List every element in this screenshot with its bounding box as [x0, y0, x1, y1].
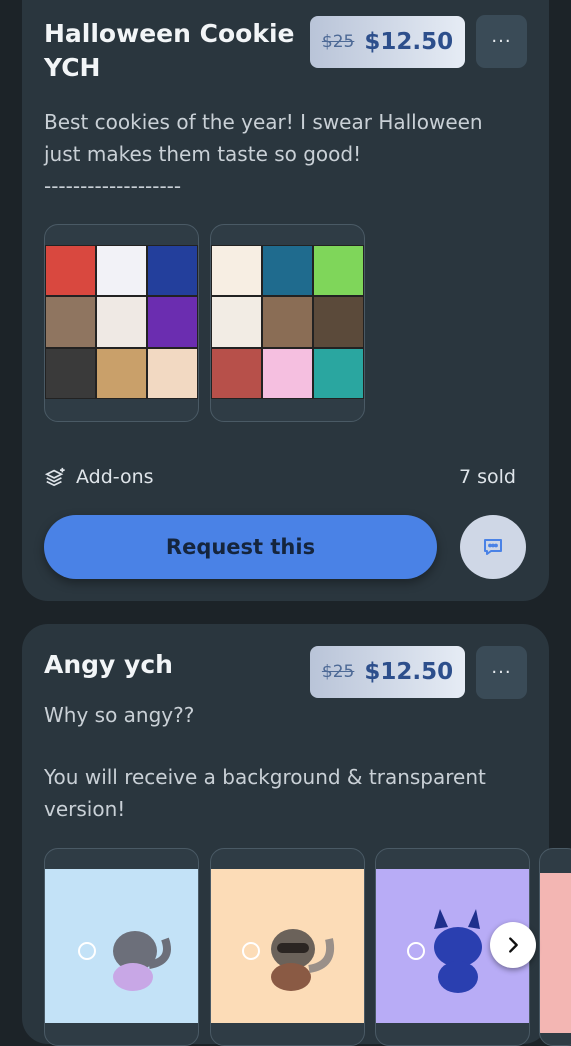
carousel-next-button[interactable]	[490, 922, 536, 968]
listing-card-halloween: Halloween Cookie YCH $25 $12.50 ··· Best…	[22, 0, 549, 601]
more-options-button[interactable]: ···	[476, 15, 527, 68]
price-tag: $25 $12.50	[310, 646, 465, 698]
ellipsis-icon: ···	[491, 662, 512, 683]
more-options-button[interactable]: ···	[476, 646, 527, 699]
listing-description: Why so angy?? You will receive a backgro…	[44, 699, 514, 825]
thumbnail-image	[540, 873, 571, 1033]
description-line: Best cookies of the year! I swear Hallow…	[44, 110, 483, 134]
listing-title: Angy ych	[44, 650, 173, 679]
description-line	[44, 731, 514, 761]
description-line: -------------------	[44, 174, 182, 198]
chat-bubble-icon	[484, 539, 502, 555]
original-price: $25	[321, 32, 355, 52]
example-image-thumbnail[interactable]	[539, 848, 571, 1046]
layers-plus-icon	[44, 467, 65, 487]
cookie-mosaic-image	[45, 245, 198, 399]
listing-description: Best cookies of the year! I swear Hallow…	[44, 106, 514, 202]
ellipsis-icon: ···	[491, 31, 512, 52]
description-line: You will receive a background & transpar…	[44, 765, 486, 789]
example-image-thumbnail[interactable]	[44, 224, 199, 422]
addons-link[interactable]: Add-ons	[44, 466, 154, 488]
description-line: version!	[44, 797, 126, 821]
chevron-right-icon	[509, 937, 518, 953]
sold-count: 7 sold	[459, 466, 516, 488]
example-image-thumbnail[interactable]	[210, 848, 365, 1046]
listing-card-angy: Angy ych $25 $12.50 ··· Why so angy?? Yo…	[22, 624, 549, 1046]
listing-title: Halloween Cookie YCH	[44, 19, 295, 82]
sale-price: $12.50	[364, 29, 454, 55]
original-price: $25	[321, 662, 355, 682]
description-line: Why so angy??	[44, 703, 195, 727]
message-button[interactable]	[460, 515, 526, 579]
description-line: just makes them taste so good!	[44, 142, 362, 166]
price-tag: $25 $12.50	[310, 16, 465, 68]
request-button[interactable]: Request this	[44, 515, 437, 579]
example-image-thumbnail[interactable]	[210, 224, 365, 422]
cookie-mosaic-image	[211, 245, 364, 399]
example-image-thumbnail[interactable]	[44, 848, 199, 1046]
addons-label: Add-ons	[76, 466, 154, 488]
sale-price: $12.50	[364, 659, 454, 685]
